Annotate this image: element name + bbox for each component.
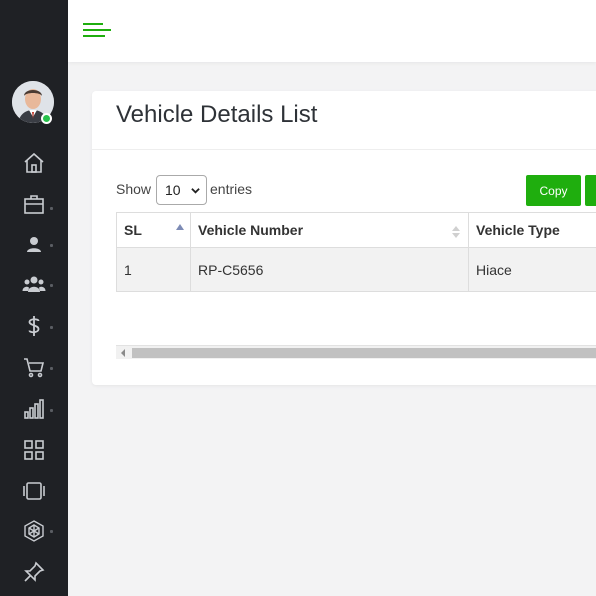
sidebar-item-payments[interactable] <box>20 312 48 340</box>
briefcase-icon <box>24 195 44 214</box>
entries-select-value: 10 <box>165 182 181 198</box>
horizontal-scrollbar[interactable] <box>116 345 596 359</box>
scrollbar-thumb[interactable] <box>132 348 596 358</box>
grid-icon <box>24 440 44 460</box>
sidebar-item-briefcase[interactable] <box>20 190 48 218</box>
sidebar-arrow <box>50 530 53 533</box>
column-header-label: Vehicle Number <box>198 222 304 238</box>
sidebar-item-users[interactable] <box>20 270 48 298</box>
pin-icon <box>24 561 45 582</box>
length-menu-suffix: entries <box>210 181 253 197</box>
sort-ascending-icon <box>176 224 184 230</box>
column-header-label: Vehicle Type <box>476 222 560 238</box>
export-button[interactable] <box>585 175 596 206</box>
top-navbar <box>68 0 596 62</box>
card-divider <box>92 149 596 150</box>
cell-vehicle-type: Hiace <box>468 247 596 292</box>
home-icon <box>24 152 44 173</box>
sidebar-item-dashboard[interactable] <box>20 436 48 464</box>
bar-chart-icon <box>24 399 44 419</box>
sidebar-arrow <box>50 244 53 247</box>
sidebar-arrow <box>50 207 53 210</box>
length-menu-prefix: Show <box>116 181 152 197</box>
chevron-down-icon <box>191 188 200 194</box>
column-header-vehicle-number[interactable]: Vehicle Number <box>190 212 469 248</box>
entries-per-page-select[interactable]: 10 <box>156 175 207 205</box>
sidebar-item-user[interactable] <box>20 230 48 258</box>
sidebar-item-media[interactable] <box>20 477 48 505</box>
cell-sl: 1 <box>116 247 191 292</box>
sidebar-item-modules[interactable] <box>20 517 48 545</box>
sidebar-item-pinned[interactable] <box>20 558 48 586</box>
sidebar-arrow <box>50 284 53 287</box>
hamburger-icon <box>83 23 111 37</box>
table-header-row: SL Vehicle Number Vehicle Type <box>116 212 596 248</box>
scroll-left-icon[interactable] <box>120 349 126 357</box>
sort-icon <box>452 226 460 238</box>
page-title: Vehicle Details List <box>116 101 318 128</box>
sidebar-arrow <box>50 409 53 412</box>
cell-vehicle-number: RP-C5656 <box>190 247 469 292</box>
sidebar <box>0 0 68 596</box>
column-header-sl[interactable]: SL <box>116 212 191 248</box>
film-icon <box>23 482 45 500</box>
dollar-icon <box>28 316 40 336</box>
online-status-dot <box>41 113 52 124</box>
table-row: 1 RP-C5656 Hiace <box>116 247 596 292</box>
users-icon <box>22 276 46 292</box>
sidebar-arrow <box>50 367 53 370</box>
column-header-label: SL <box>124 222 142 238</box>
sidebar-item-cart[interactable] <box>20 353 48 381</box>
user-icon <box>27 237 41 252</box>
hexagon-icon <box>24 520 44 542</box>
cart-icon <box>24 358 45 378</box>
sidebar-item-reports[interactable] <box>20 395 48 423</box>
column-header-vehicle-type[interactable]: Vehicle Type <box>468 212 596 248</box>
vehicle-list-card: Vehicle Details List Show 10 entries Cop… <box>92 91 596 385</box>
vehicle-table: SL Vehicle Number Vehicle Type 1 RP-C565… <box>116 212 596 292</box>
sidebar-arrow <box>50 326 53 329</box>
copy-button[interactable]: Copy <box>526 175 581 206</box>
sidebar-item-home[interactable] <box>20 149 48 177</box>
hamburger-menu-button[interactable] <box>83 20 113 40</box>
